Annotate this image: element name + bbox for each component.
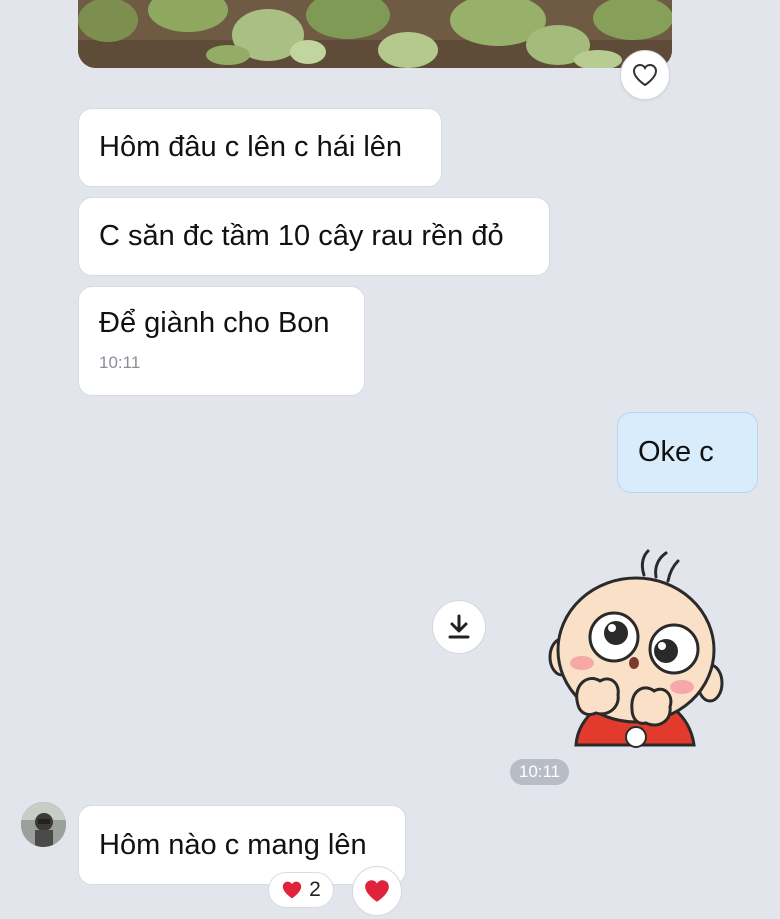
baby-sticker[interactable] — [548, 545, 724, 750]
download-icon — [448, 614, 470, 639]
heart-icon — [365, 880, 389, 902]
message-text: Hôm đâu c lên c hái lên — [99, 131, 403, 163]
photo-message[interactable] — [78, 0, 672, 68]
message-text: Oke c — [638, 436, 714, 468]
message-text: Để giành cho Bon — [99, 307, 330, 339]
download-button[interactable] — [432, 600, 486, 654]
incoming-message[interactable]: Hôm nào c mang lên — [78, 805, 406, 885]
reaction-count: 2 — [309, 878, 321, 901]
incoming-message[interactable]: Hôm đâu c lên c hái lên — [78, 108, 442, 187]
heart-outline-icon — [632, 63, 658, 87]
baby-face-sticker-image — [548, 549, 724, 748]
reaction-summary[interactable]: 2 — [268, 872, 334, 908]
heart-icon — [282, 881, 302, 899]
avatar[interactable] — [21, 802, 66, 847]
message-text: C săn đc tầm 10 cây rau rền đỏ — [99, 220, 504, 252]
incoming-message[interactable]: C săn đc tầm 10 cây rau rền đỏ — [78, 197, 550, 276]
avatar-image — [21, 802, 66, 847]
message-time: 10:11 — [99, 353, 141, 372]
outgoing-message[interactable]: Oke c — [617, 412, 758, 493]
photo-react-button[interactable] — [620, 50, 670, 100]
message-text: Hôm nào c mang lên — [99, 828, 367, 861]
incoming-message[interactable]: Để giành cho Bon 10:11 — [78, 286, 365, 396]
sticker-time-badge: 10:11 — [510, 759, 569, 785]
message-react-button[interactable] — [352, 866, 402, 916]
vegetable-photo — [78, 0, 672, 68]
